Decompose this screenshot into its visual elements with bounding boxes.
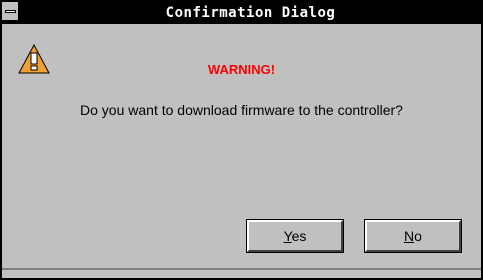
yes-button-label: es (291, 228, 307, 244)
yes-button[interactable]: Yes (246, 219, 344, 253)
yes-button-mnemonic: Y (283, 228, 292, 244)
system-menu-button[interactable] (2, 2, 20, 22)
window-title: Confirmation Dialog (165, 5, 336, 21)
dialog-content: WARNING! Do you want to download firmwar… (2, 24, 481, 278)
confirmation-dialog-window: Confirmation Dialog WARNING! Do you want… (0, 0, 483, 280)
system-menu-icon (5, 10, 16, 13)
confirmation-message: Do you want to download firmware to the … (80, 102, 403, 118)
no-button-mnemonic: N (404, 228, 415, 244)
no-button-label: o (414, 228, 422, 244)
title-bar[interactable]: Confirmation Dialog (2, 2, 481, 24)
warning-label: WARNING! (207, 62, 276, 77)
no-button[interactable]: No (364, 219, 462, 253)
bottom-divider (2, 268, 481, 270)
